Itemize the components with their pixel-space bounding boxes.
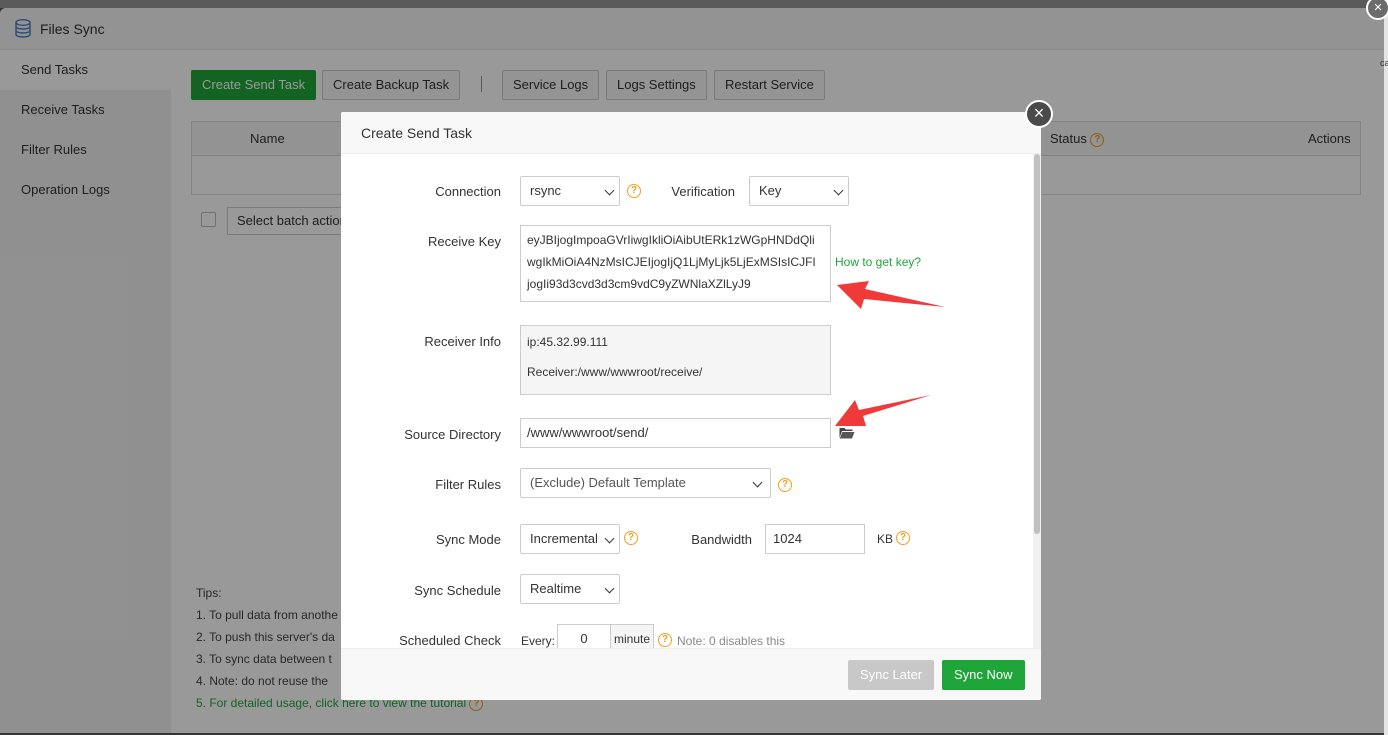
- bandwidth-input[interactable]: 1024: [765, 524, 865, 554]
- help-icon[interactable]: ?: [778, 478, 792, 492]
- dialog-title: Create Send Task: [361, 125, 473, 141]
- sync-now-button[interactable]: Sync Now: [942, 660, 1025, 690]
- filter-rules-value: (Exclude) Default Template: [530, 475, 686, 490]
- receive-key-line: jogIi93d3cvd3d3cm9vdC9yZWNlaXZlLyJ9: [527, 277, 751, 291]
- source-directory-input[interactable]: /www/wwwroot/send/: [520, 418, 831, 448]
- sync-schedule-label: Sync Schedule: [414, 583, 501, 598]
- help-icon[interactable]: ?: [896, 531, 910, 545]
- receive-key-line: eyJBIjogImpoaGVrIiwgIkliOiAibUtERk1zWGpH…: [527, 233, 815, 247]
- dialog-header: Create Send Task: [341, 112, 1041, 154]
- sync-mode-value: Incremental: [530, 531, 598, 546]
- bandwidth-label: Bandwidth: [691, 532, 752, 547]
- connection-label: Connection: [435, 184, 501, 199]
- annotation-arrow: [837, 281, 945, 309]
- receive-key-textarea[interactable]: eyJBIjogImpoaGVrIiwgIkliOiAibUtERk1zWGpH…: [520, 225, 831, 302]
- dialog-close-icon[interactable]: ×: [1025, 100, 1053, 128]
- verification-select[interactable]: Key: [749, 176, 849, 206]
- verification-value: Key: [759, 183, 782, 198]
- sync-schedule-select[interactable]: Realtime: [520, 574, 620, 604]
- receive-key-label: Receive Key: [428, 234, 501, 249]
- sync-mode-select[interactable]: Incremental: [520, 524, 620, 554]
- dialog-footer: Sync Later Sync Now: [341, 648, 1041, 700]
- help-icon[interactable]: ?: [658, 633, 672, 647]
- every-label: Every:: [521, 634, 556, 648]
- source-directory-label: Source Directory: [404, 427, 501, 442]
- scheduled-check-label: Scheduled Check: [399, 633, 501, 648]
- chevron-down-icon: [752, 477, 763, 488]
- create-send-task-dialog: Create Send Task Connection rsync ? Veri…: [341, 112, 1041, 700]
- bandwidth-unit: KB: [877, 532, 894, 546]
- receiver-info-label: Receiver Info: [424, 334, 501, 349]
- scheduled-check-note: Note: 0 disables this: [677, 634, 786, 648]
- window-close-icon[interactable]: ×: [1366, 0, 1388, 20]
- chevron-down-icon: [604, 583, 615, 594]
- receiver-ip: ip:45.32.99.111: [527, 335, 608, 349]
- sync-schedule-value: Realtime: [530, 581, 582, 596]
- receive-key-line: wgIkMiOiA4NzMsICJEIjogIjQ1LjMyLjk5LjExMS…: [527, 255, 816, 269]
- window-scrollbar[interactable]: [1384, 0, 1388, 735]
- sync-later-button[interactable]: Sync Later: [848, 660, 935, 690]
- connection-value: rsync: [530, 183, 562, 198]
- how-to-get-key-link[interactable]: How to get key?: [835, 255, 921, 269]
- filter-rules-label: Filter Rules: [435, 477, 501, 492]
- clipped-text: ca: [1380, 58, 1388, 68]
- receiver-info-box: ip:45.32.99.111 Receiver:/www/wwwroot/re…: [520, 325, 831, 395]
- sync-mode-label: Sync Mode: [435, 532, 501, 547]
- dialog-scrollbar[interactable]: [1033, 154, 1041, 648]
- chevron-down-icon: [833, 185, 844, 196]
- dialog-scrollbar-thumb[interactable]: [1034, 154, 1040, 534]
- receiver-path: Receiver:/www/wwwroot/receive/: [527, 365, 703, 379]
- verification-label: Verification: [671, 184, 735, 199]
- filter-rules-select[interactable]: (Exclude) Default Template: [520, 468, 771, 498]
- annotation-arrow: [835, 395, 931, 426]
